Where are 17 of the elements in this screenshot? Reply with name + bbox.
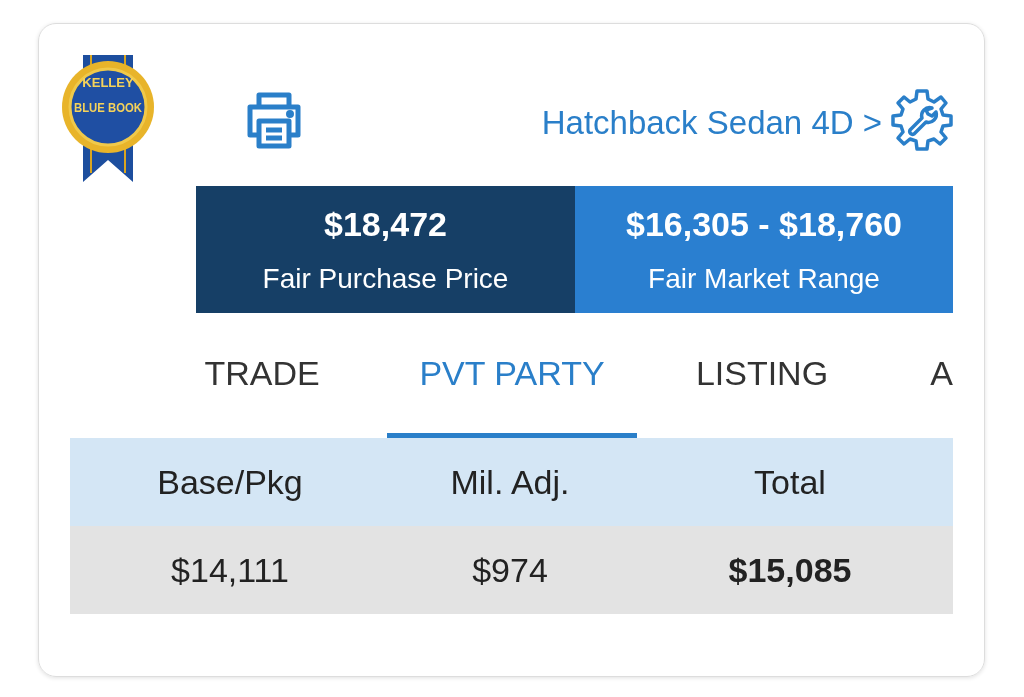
column-header: Base/Pkg (156, 461, 304, 503)
price-value: $18,472 (323, 204, 448, 245)
column-header: Mil. Adj. (449, 461, 571, 503)
trim-link[interactable]: Hatchback Sedan 4D > (541, 98, 882, 148)
tab[interactable]: TRADE (137, 341, 387, 438)
table-cell-text: $15,085 (727, 549, 853, 591)
tab[interactable]: LISTING (637, 341, 887, 438)
logo-text: BLUE BOOK (74, 101, 149, 115)
logo-text: KELLEY (82, 75, 134, 90)
column-header: Total (753, 461, 827, 503)
price-value: $16,305 - $18,760 (625, 204, 903, 245)
tab[interactable]: A (887, 341, 953, 438)
table-cell-text: $974 (471, 549, 549, 591)
price-label: Fair Purchase Price (261, 262, 510, 296)
settings-icon[interactable] (890, 88, 954, 152)
price-label: Fair Market Range (647, 262, 881, 296)
table-cell-text: $14,111 (170, 549, 290, 591)
